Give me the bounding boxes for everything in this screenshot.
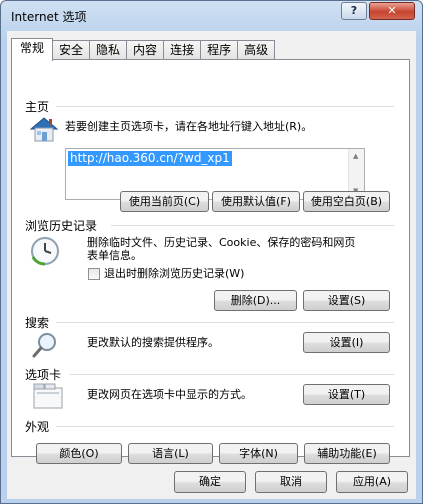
languages-button[interactable]: 语言(L): [128, 443, 213, 464]
tabs-section-divider: [70, 374, 394, 375]
colors-button[interactable]: 颜色(O): [36, 443, 122, 464]
title-bar[interactable]: Internet 选项 ? ✕: [1, 1, 422, 31]
history-description-line1: 删除临时文件、历史记录、Cookie、保存的密码和网页: [87, 236, 356, 249]
use-current-button[interactable]: 使用当前页(C): [120, 191, 209, 212]
help-button[interactable]: ?: [341, 2, 367, 20]
tab-connections[interactable]: 连接: [164, 40, 202, 60]
internet-options-window: Internet 选项 ? ✕ 常规 安全 隐私 内容 连接 程序 高级 主页 …: [0, 0, 423, 504]
tab-programs[interactable]: 程序: [201, 40, 239, 60]
delete-history-button[interactable]: 删除(D)...: [214, 290, 297, 311]
general-tab-panel: 主页 若要创建主页选项卡，请在各地址行键入地址(R)。 http://hao.3…: [11, 59, 410, 464]
tab-advanced[interactable]: 高级: [238, 40, 276, 60]
search-heading: 搜索: [25, 316, 50, 330]
search-divider: [56, 322, 394, 323]
delete-on-exit-checkbox[interactable]: [88, 268, 100, 280]
homepage-url-text[interactable]: http://hao.360.cn/?wd_xp1: [68, 151, 232, 166]
window-title: Internet 选项: [11, 10, 87, 24]
tabs-section-heading: 选项卡: [25, 368, 62, 382]
appearance-divider: [56, 426, 394, 427]
cancel-button[interactable]: 取消: [255, 471, 327, 493]
use-blank-button[interactable]: 使用空白页(B): [303, 191, 390, 212]
tab-general[interactable]: 常规: [11, 38, 54, 61]
fonts-button[interactable]: 字体(N): [219, 443, 298, 464]
tabs-settings-button[interactable]: 设置(T): [303, 384, 390, 405]
tabs-window-icon: [33, 383, 63, 409]
tabs-section-description: 更改网页在选项卡中显示的方式。: [87, 388, 252, 401]
history-divider: [111, 225, 394, 226]
tab-security[interactable]: 安全: [53, 40, 91, 60]
appearance-heading: 外观: [25, 420, 50, 434]
tab-privacy[interactable]: 隐私: [90, 40, 128, 60]
homepage-divider: [56, 106, 394, 107]
homepage-description: 若要创建主页选项卡，请在各地址行键入地址(R)。: [65, 120, 313, 133]
ok-button[interactable]: 确定: [174, 471, 246, 493]
dialog-client-area: 常规 安全 隐私 内容 连接 程序 高级 主页 若要创建主页选项卡，请在各地址行…: [7, 31, 416, 499]
history-description-line2: 表单信息。: [87, 249, 142, 262]
search-description: 更改默认的搜索提供程序。: [87, 336, 219, 349]
apply-button[interactable]: 应用(A): [336, 471, 408, 493]
delete-on-exit-label[interactable]: 退出时删除浏览历史记录(W): [104, 267, 244, 281]
homepage-heading: 主页: [25, 100, 50, 114]
use-default-button[interactable]: 使用默认值(F): [212, 191, 300, 212]
history-clock-icon: [31, 237, 59, 266]
history-heading: 浏览历史记录: [25, 219, 98, 233]
tab-content[interactable]: 内容: [127, 40, 165, 60]
history-settings-button[interactable]: 设置(S): [303, 290, 390, 311]
home-icon: [29, 117, 59, 142]
search-settings-button[interactable]: 设置(I): [303, 332, 390, 353]
close-button[interactable]: ✕: [369, 2, 415, 20]
search-magnifier-icon: [32, 333, 56, 358]
accessibility-button[interactable]: 辅助功能(E): [304, 443, 390, 464]
tab-strip: 常规 安全 隐私 内容 连接 程序 高级: [11, 38, 276, 61]
scroll-up-arrow-icon[interactable]: ▲: [353, 152, 358, 160]
